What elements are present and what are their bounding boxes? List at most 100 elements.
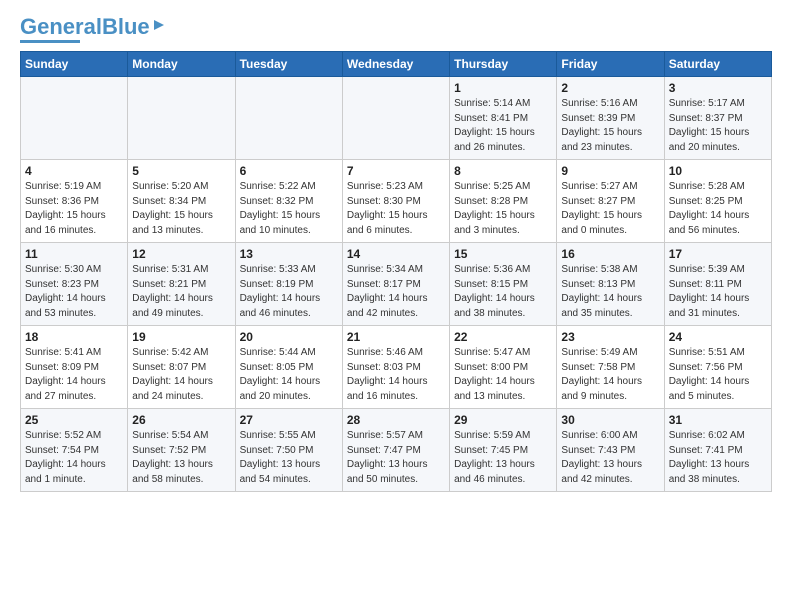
calendar-cell: 20 Sunrise: 5:44 AM Sunset: 8:05 PM Dayli… [235,326,342,409]
logo-arrow-icon [152,18,166,32]
calendar-cell: 23Sunrise: 5:49 AM Sunset: 7:58 PM Dayli… [557,326,664,409]
logo-underline [20,40,80,43]
day-number: 31 [669,413,767,427]
day-number: 25 [25,413,123,427]
day-number: 18 [25,330,123,344]
day-number: 26 [132,413,230,427]
day-header-monday: Monday [128,52,235,77]
calendar-cell: 5 Sunrise: 5:20 AM Sunset: 8:34 PM Daylig… [128,160,235,243]
day-header-tuesday: Tuesday [235,52,342,77]
calendar-cell: 2 Sunrise: 5:16 AM Sunset: 8:39 PM Daylig… [557,77,664,160]
day-info: Sunrise: 5:16 AM Sunset: 8:39 PM Dayligh… [561,97,659,155]
day-number: 6 [240,164,338,178]
day-info: Sunrise: 5:25 AM Sunset: 8:28 PM Dayligh… [454,180,552,238]
calendar-header: SundayMondayTuesdayWednesdayThursdayFrid… [21,52,772,77]
day-info: Sunrise: 5:44 AM Sunset: 8:05 PM Dayligh… [240,346,338,404]
calendar-cell: 30Sunrise: 6:00 AM Sunset: 7:43 PM Dayli… [557,409,664,492]
day-info: Sunrise: 5:22 AM Sunset: 8:32 PM Dayligh… [240,180,338,238]
calendar-cell: 19Sunrise: 5:42 AM Sunset: 8:07 PM Dayli… [128,326,235,409]
days-header-row: SundayMondayTuesdayWednesdayThursdayFrid… [21,52,772,77]
day-header-thursday: Thursday [450,52,557,77]
day-header-saturday: Saturday [664,52,771,77]
day-number: 13 [240,247,338,261]
calendar-cell: 31 Sunrise: 6:02 AM Sunset: 7:41 PM Dayli… [664,409,771,492]
day-info: Sunrise: 5:54 AM Sunset: 7:52 PM Dayligh… [132,429,230,487]
day-number: 29 [454,413,552,427]
day-info: Sunrise: 5:19 AM Sunset: 8:36 PM Dayligh… [25,180,123,238]
day-number: 9 [561,164,659,178]
day-info: Sunrise: 5:57 AM Sunset: 7:47 PM Dayligh… [347,429,445,487]
day-number: 19 [132,330,230,344]
calendar-body: 1 Sunrise: 5:14 AM Sunset: 8:41 PM Daylig… [21,77,772,492]
day-info: Sunrise: 5:14 AM Sunset: 8:41 PM Dayligh… [454,97,552,155]
calendar-table: SundayMondayTuesdayWednesdayThursdayFrid… [20,51,772,492]
week-row-1: 1 Sunrise: 5:14 AM Sunset: 8:41 PM Daylig… [21,77,772,160]
day-number: 27 [240,413,338,427]
calendar-cell [342,77,449,160]
day-info: Sunrise: 5:39 AM Sunset: 8:11 PM Dayligh… [669,263,767,321]
calendar-cell: 27 Sunrise: 5:55 AM Sunset: 7:50 PM Dayli… [235,409,342,492]
calendar-cell: 22 Sunrise: 5:47 AM Sunset: 8:00 PM Dayli… [450,326,557,409]
day-info: Sunrise: 5:27 AM Sunset: 8:27 PM Dayligh… [561,180,659,238]
day-number: 14 [347,247,445,261]
day-info: Sunrise: 5:34 AM Sunset: 8:17 PM Dayligh… [347,263,445,321]
day-number: 12 [132,247,230,261]
day-info: Sunrise: 5:33 AM Sunset: 8:19 PM Dayligh… [240,263,338,321]
day-number: 5 [132,164,230,178]
day-info: Sunrise: 5:36 AM Sunset: 8:15 PM Dayligh… [454,263,552,321]
calendar-cell: 6 Sunrise: 5:22 AM Sunset: 8:32 PM Daylig… [235,160,342,243]
day-header-wednesday: Wednesday [342,52,449,77]
calendar-cell [235,77,342,160]
week-row-2: 4Sunrise: 5:19 AM Sunset: 8:36 PM Daylig… [21,160,772,243]
logo-line: GeneralBlue [20,16,166,38]
day-info: Sunrise: 5:31 AM Sunset: 8:21 PM Dayligh… [132,263,230,321]
day-number: 21 [347,330,445,344]
day-info: Sunrise: 5:52 AM Sunset: 7:54 PM Dayligh… [25,429,123,487]
day-info: Sunrise: 5:38 AM Sunset: 8:13 PM Dayligh… [561,263,659,321]
page: GeneralBlue SundayMondayTuesdayWednesday… [0,0,792,508]
calendar-cell: 16Sunrise: 5:38 AM Sunset: 8:13 PM Dayli… [557,243,664,326]
day-info: Sunrise: 5:20 AM Sunset: 8:34 PM Dayligh… [132,180,230,238]
calendar-cell: 24Sunrise: 5:51 AM Sunset: 7:56 PM Dayli… [664,326,771,409]
calendar-cell: 11Sunrise: 5:30 AM Sunset: 8:23 PM Dayli… [21,243,128,326]
day-number: 24 [669,330,767,344]
calendar-cell: 13 Sunrise: 5:33 AM Sunset: 8:19 PM Dayli… [235,243,342,326]
day-info: Sunrise: 5:41 AM Sunset: 8:09 PM Dayligh… [25,346,123,404]
calendar-cell: 1 Sunrise: 5:14 AM Sunset: 8:41 PM Daylig… [450,77,557,160]
day-number: 11 [25,247,123,261]
day-number: 7 [347,164,445,178]
day-info: Sunrise: 5:23 AM Sunset: 8:30 PM Dayligh… [347,180,445,238]
day-number: 8 [454,164,552,178]
calendar-cell: 4Sunrise: 5:19 AM Sunset: 8:36 PM Daylig… [21,160,128,243]
calendar-cell: 18 Sunrise: 5:41 AM Sunset: 8:09 PM Dayli… [21,326,128,409]
calendar-cell: 7 Sunrise: 5:23 AM Sunset: 8:30 PM Daylig… [342,160,449,243]
day-number: 1 [454,81,552,95]
calendar-cell: 28 Sunrise: 5:57 AM Sunset: 7:47 PM Dayli… [342,409,449,492]
day-header-friday: Friday [557,52,664,77]
calendar-cell: 3Sunrise: 5:17 AM Sunset: 8:37 PM Daylig… [664,77,771,160]
calendar-cell: 25 Sunrise: 5:52 AM Sunset: 7:54 PM Dayli… [21,409,128,492]
day-number: 22 [454,330,552,344]
logo: GeneralBlue [20,16,166,43]
day-info: Sunrise: 6:02 AM Sunset: 7:41 PM Dayligh… [669,429,767,487]
day-number: 10 [669,164,767,178]
day-number: 28 [347,413,445,427]
logo-text: GeneralBlue [20,16,150,38]
calendar-cell: 8 Sunrise: 5:25 AM Sunset: 8:28 PM Daylig… [450,160,557,243]
calendar-cell: 21 Sunrise: 5:46 AM Sunset: 8:03 PM Dayli… [342,326,449,409]
day-info: Sunrise: 5:59 AM Sunset: 7:45 PM Dayligh… [454,429,552,487]
day-info: Sunrise: 5:28 AM Sunset: 8:25 PM Dayligh… [669,180,767,238]
day-number: 2 [561,81,659,95]
day-info: Sunrise: 5:47 AM Sunset: 8:00 PM Dayligh… [454,346,552,404]
calendar-cell: 9 Sunrise: 5:27 AM Sunset: 8:27 PM Daylig… [557,160,664,243]
day-info: Sunrise: 5:17 AM Sunset: 8:37 PM Dayligh… [669,97,767,155]
day-number: 30 [561,413,659,427]
day-header-sunday: Sunday [21,52,128,77]
day-number: 20 [240,330,338,344]
day-info: Sunrise: 5:55 AM Sunset: 7:50 PM Dayligh… [240,429,338,487]
week-row-4: 18 Sunrise: 5:41 AM Sunset: 8:09 PM Dayli… [21,326,772,409]
week-row-5: 25 Sunrise: 5:52 AM Sunset: 7:54 PM Dayli… [21,409,772,492]
calendar-cell: 12 Sunrise: 5:31 AM Sunset: 8:21 PM Dayli… [128,243,235,326]
calendar-cell: 26 Sunrise: 5:54 AM Sunset: 7:52 PM Dayli… [128,409,235,492]
day-info: Sunrise: 5:46 AM Sunset: 8:03 PM Dayligh… [347,346,445,404]
